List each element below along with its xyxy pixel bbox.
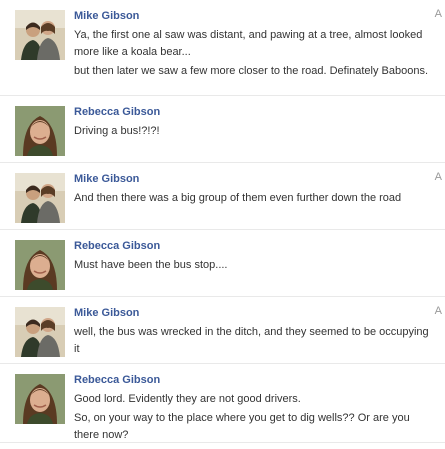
avatar[interactable]	[15, 374, 65, 424]
avatar[interactable]	[15, 106, 65, 156]
avatar[interactable]	[15, 173, 65, 223]
message-line: So, on your way to the place where you g…	[74, 412, 410, 441]
message-item: Rebecca Gibson Must have been the bus st…	[0, 230, 445, 297]
avatar[interactable]	[15, 240, 65, 290]
message-author[interactable]: Mike Gibson	[74, 307, 139, 319]
message-author[interactable]: Rebecca Gibson	[74, 240, 160, 252]
message-body: Ya, the first one al saw was distant, an…	[74, 27, 429, 84]
message-body: Driving a bus!?!?!	[74, 123, 429, 144]
message-line: Driving a bus!?!?!	[74, 125, 160, 137]
message-item: Mike Gibson A And then there was a big g…	[0, 163, 445, 230]
message-author[interactable]: Mike Gibson	[74, 10, 139, 22]
message-author[interactable]: Mike Gibson	[74, 173, 139, 185]
message-line: Good lord. Evidently they are not good d…	[74, 393, 301, 405]
message-item: Mike Gibson A well, the bus was wrecked …	[0, 297, 445, 364]
message-body: And then there was a big group of them e…	[74, 190, 429, 211]
message-body: well, the bus was wrecked in the ditch, …	[74, 324, 429, 362]
message-item: Rebecca Gibson Driving a bus!?!?!	[0, 96, 445, 163]
message-author[interactable]: Rebecca Gibson	[74, 106, 160, 118]
message-author[interactable]: Rebecca Gibson	[74, 374, 160, 386]
message-timestamp: A	[434, 8, 442, 20]
message-thread: Mike Gibson A Ya, the first one al saw w…	[0, 0, 445, 443]
message-line: but then later we saw a few more closer …	[74, 65, 429, 77]
message-item: Rebecca Gibson Good lord. Evidently they…	[0, 364, 445, 443]
avatar[interactable]	[15, 10, 65, 60]
message-line: And then there was a big group of them e…	[74, 192, 402, 204]
message-body: Good lord. Evidently they are not good d…	[74, 391, 429, 448]
message-line: Must have been the bus stop....	[74, 259, 228, 271]
message-timestamp: A	[434, 171, 442, 183]
message-line: Ya, the first one al saw was distant, an…	[74, 29, 423, 58]
message-timestamp: A	[434, 305, 442, 317]
message-line: well, the bus was wrecked in the ditch, …	[74, 326, 429, 355]
avatar[interactable]	[15, 307, 65, 357]
message-item: Mike Gibson A Ya, the first one al saw w…	[0, 0, 445, 96]
message-body: Must have been the bus stop....	[74, 257, 429, 278]
